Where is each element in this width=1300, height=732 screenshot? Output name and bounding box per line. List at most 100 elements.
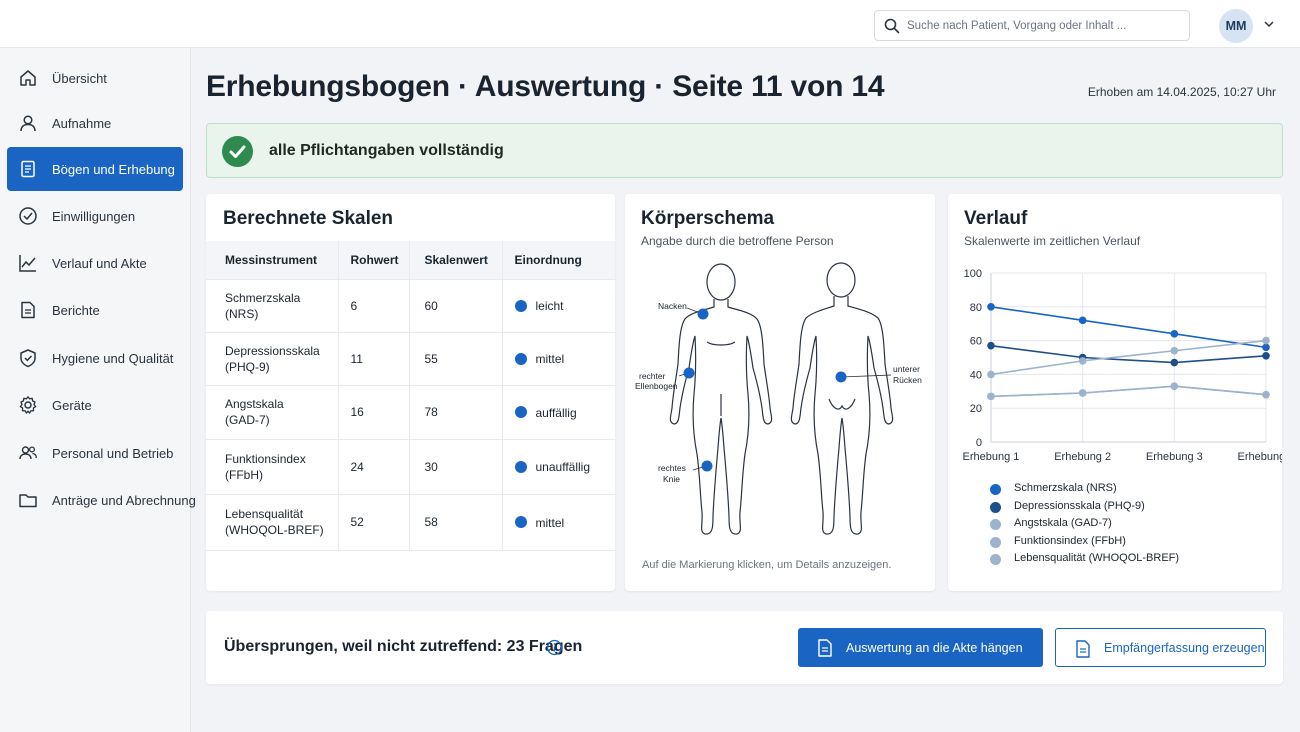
category-cell: auffällig <box>502 384 615 439</box>
sidebar-item-verlauf[interactable]: Verlauf und Akte <box>7 241 183 285</box>
legend-label: Funktionsindex (FFbH) <box>1014 534 1126 547</box>
data-point[interactable] <box>987 341 995 350</box>
instrument-abbr: (GAD-7) <box>225 413 270 427</box>
scale-value: 30 <box>409 438 503 494</box>
data-point[interactable] <box>1262 336 1270 345</box>
marker-right-knee[interactable] <box>701 460 713 472</box>
instrument-name: Angstskala <box>225 397 284 411</box>
marker-lower-back[interactable] <box>835 371 847 383</box>
sidebar-item-label: Übersicht <box>52 70 107 86</box>
y-tick-label: 40 <box>970 369 982 381</box>
scale-value: 60 <box>409 278 503 332</box>
create-recipient-summary-button[interactable]: Empfängerfassung erzeugen <box>1055 628 1266 667</box>
instrument-name: Depressionsskala <box>225 343 320 358</box>
table-row[interactable]: Angstskala (GAD-7) 16 78 auffällig <box>206 384 615 439</box>
category-cell: unauffällig <box>502 438 615 494</box>
series-line <box>990 344 1267 364</box>
y-tick-label: 60 <box>970 336 982 348</box>
column-header: Messinstrument <box>206 241 339 279</box>
data-point[interactable] <box>987 303 995 311</box>
legend-label: Schmerzskala (NRS) <box>1014 482 1117 494</box>
legend-swatch <box>990 536 1001 548</box>
sidebar-item-einwilligungen[interactable]: Einwilligungen <box>7 194 183 238</box>
users-icon <box>19 446 37 460</box>
y-tick-label: 100 <box>964 268 982 280</box>
x-tick-label: Erhebung 4 <box>1238 451 1282 463</box>
data-point[interactable] <box>1170 330 1179 338</box>
status-dot <box>514 406 527 419</box>
home-icon <box>20 70 36 86</box>
data-point[interactable] <box>1262 390 1270 399</box>
sidebar-item-label: Verlauf und Akte <box>52 255 147 271</box>
y-tick-label: 80 <box>970 302 982 314</box>
sidebar: Übersicht Aufnahme Bögen und Erhebung Ei… <box>0 48 196 732</box>
top-bar: MM <box>0 0 1300 48</box>
sidebar-item-antraege[interactable]: Anträge und Abrechnung <box>7 478 196 522</box>
category-label: mittel <box>535 515 565 530</box>
back-body-outline <box>790 262 894 535</box>
status-dot <box>514 516 527 529</box>
raw-value: 11 <box>338 331 410 385</box>
sidebar-item-boegen[interactable]: Bögen und Erhebung <box>7 147 183 191</box>
sidebar-item-label: Aufnahme <box>52 115 112 131</box>
status-dot <box>514 299 527 312</box>
sidebar-item-geraete[interactable]: Geräte <box>7 383 183 427</box>
sidebar-item-hygiene[interactable]: Hygiene und Qualität <box>7 336 183 380</box>
data-point[interactable] <box>1078 316 1087 325</box>
marker-label: Rücken <box>893 375 922 385</box>
data-point[interactable] <box>1078 389 1087 397</box>
table-row[interactable]: Funktionsindex (FFbH) 24 30 unauffällig <box>206 438 615 494</box>
category-cell: mittel <box>502 331 615 385</box>
marker-label: Nacken <box>658 301 687 311</box>
search-input[interactable] <box>907 16 1183 36</box>
avatar[interactable]: MM <box>1219 9 1253 43</box>
series-line <box>990 339 1267 376</box>
category-cell: mittel <box>502 493 615 550</box>
scales-title: Berechnete Skalen <box>223 208 394 229</box>
sidebar-item-aufnahme[interactable]: Aufnahme <box>7 101 183 145</box>
data-point[interactable] <box>987 392 995 401</box>
data-point[interactable] <box>1078 357 1087 365</box>
column-header: Rohwert <box>338 241 410 279</box>
data-point[interactable] <box>987 370 995 379</box>
attach-to-record-button[interactable]: Auswertung an die Akte hängen <box>798 628 1043 667</box>
data-point[interactable] <box>1170 358 1179 367</box>
data-point[interactable] <box>1262 352 1270 360</box>
table-row[interactable]: Lebensqualität (WHOQOL-BREF) 52 58 mittel <box>206 493 615 550</box>
data-point[interactable] <box>1170 382 1179 391</box>
instrument-name: Schmerzskala <box>225 290 301 305</box>
sidebar-item-personal[interactable]: Personal und Betrieb <box>7 431 183 475</box>
scale-value: 78 <box>409 384 503 439</box>
sidebar-item-berichte[interactable]: Berichte <box>7 288 183 332</box>
instrument-abbr: (PHQ-9) <box>225 359 270 374</box>
legend-swatch <box>990 519 1001 530</box>
search-box[interactable] <box>874 10 1190 41</box>
page-title: Erhebungsbogen · Auswertung · Seite 11 v… <box>206 70 885 103</box>
status-dot <box>514 352 527 365</box>
marker-right-elbow[interactable] <box>683 367 695 379</box>
marker-neck[interactable] <box>697 308 709 320</box>
sidebar-item-label: Hygiene und Qualität <box>52 350 174 366</box>
document-icon <box>21 160 35 178</box>
body-schema-hint: Auf die Markierung klicken, um Details a… <box>642 559 892 571</box>
data-point[interactable] <box>1170 346 1179 355</box>
body-schema-card: Körperschema Angabe durch die betroffene… <box>625 194 935 591</box>
raw-value: 24 <box>338 438 410 494</box>
raw-value: 16 <box>338 384 410 439</box>
table-row[interactable]: Schmerzskala (NRS) 6 60 leicht <box>206 278 615 332</box>
marker-label: rechtes <box>658 463 686 473</box>
info-icon[interactable] <box>546 639 563 656</box>
button-label: Auswertung an die Akte hängen <box>846 640 1023 655</box>
document-icon <box>818 639 832 657</box>
table-row[interactable]: Depressionsskala (PHQ-9) 11 55 mittel <box>206 331 615 385</box>
footer-bar: Übersprungen, weil nicht zutreffend: 23 … <box>206 611 1283 684</box>
instrument-name: Lebensqualität <box>225 507 304 521</box>
sidebar-item-uebersicht[interactable]: Übersicht <box>7 56 183 100</box>
instrument-cell: Schmerzskala (NRS) <box>206 278 339 332</box>
marker-label: rechter <box>639 371 666 381</box>
sidebar-item-label: Berichte <box>52 302 100 318</box>
chevron-down-icon[interactable] <box>1263 20 1275 28</box>
shield-check-icon <box>20 349 36 368</box>
raw-value: 52 <box>338 493 410 550</box>
data-point[interactable] <box>1262 343 1270 352</box>
